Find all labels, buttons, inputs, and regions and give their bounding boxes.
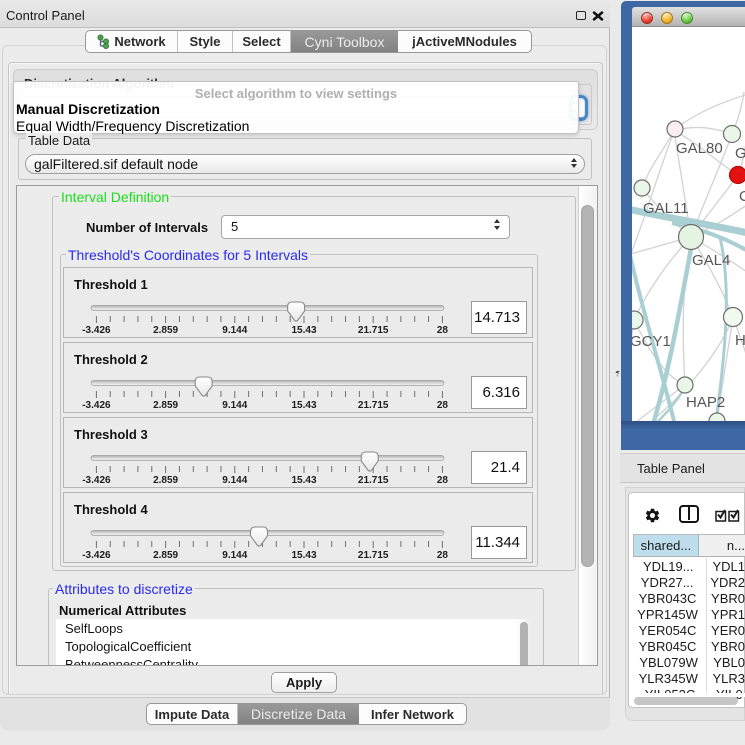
svg-text:GAL80: GAL80: [676, 140, 723, 157]
svg-text:21.715: 21.715: [358, 400, 389, 411]
svg-text:28: 28: [437, 550, 449, 561]
svg-text:-3.426: -3.426: [82, 550, 111, 561]
svg-text:15.43: 15.43: [291, 475, 316, 486]
svg-text:9.144: 9.144: [222, 475, 247, 486]
svg-text:28: 28: [437, 400, 449, 411]
svg-text:GAL4: GAL4: [692, 252, 730, 269]
svg-text:28: 28: [437, 475, 449, 486]
svg-text:9.144: 9.144: [222, 325, 247, 336]
svg-text:15.43: 15.43: [291, 550, 316, 561]
svg-text:28: 28: [437, 325, 449, 336]
svg-text:GCY1: GCY1: [632, 333, 671, 350]
svg-text:15.43: 15.43: [291, 400, 316, 411]
svg-text:21.715: 21.715: [358, 325, 389, 336]
svg-text:9.144: 9.144: [222, 550, 247, 561]
svg-text:21.715: 21.715: [358, 475, 389, 486]
svg-text:2.859: 2.859: [153, 325, 178, 336]
svg-text:-3.426: -3.426: [82, 400, 111, 411]
svg-text:2.859: 2.859: [153, 475, 178, 486]
svg-text:HAP2: HAP2: [686, 394, 725, 411]
svg-text:21.715: 21.715: [358, 550, 389, 561]
svg-text:C: C: [739, 188, 745, 205]
svg-text:GAL11: GAL11: [643, 200, 689, 217]
svg-text:H: H: [735, 332, 745, 349]
svg-text:G.: G.: [735, 145, 745, 162]
svg-text:2.859: 2.859: [153, 550, 178, 561]
svg-text:2.859: 2.859: [153, 400, 178, 411]
svg-text:-3.426: -3.426: [82, 325, 111, 336]
svg-text:-3.426: -3.426: [82, 475, 111, 486]
svg-text:15.43: 15.43: [291, 325, 316, 336]
svg-text:9.144: 9.144: [222, 400, 247, 411]
